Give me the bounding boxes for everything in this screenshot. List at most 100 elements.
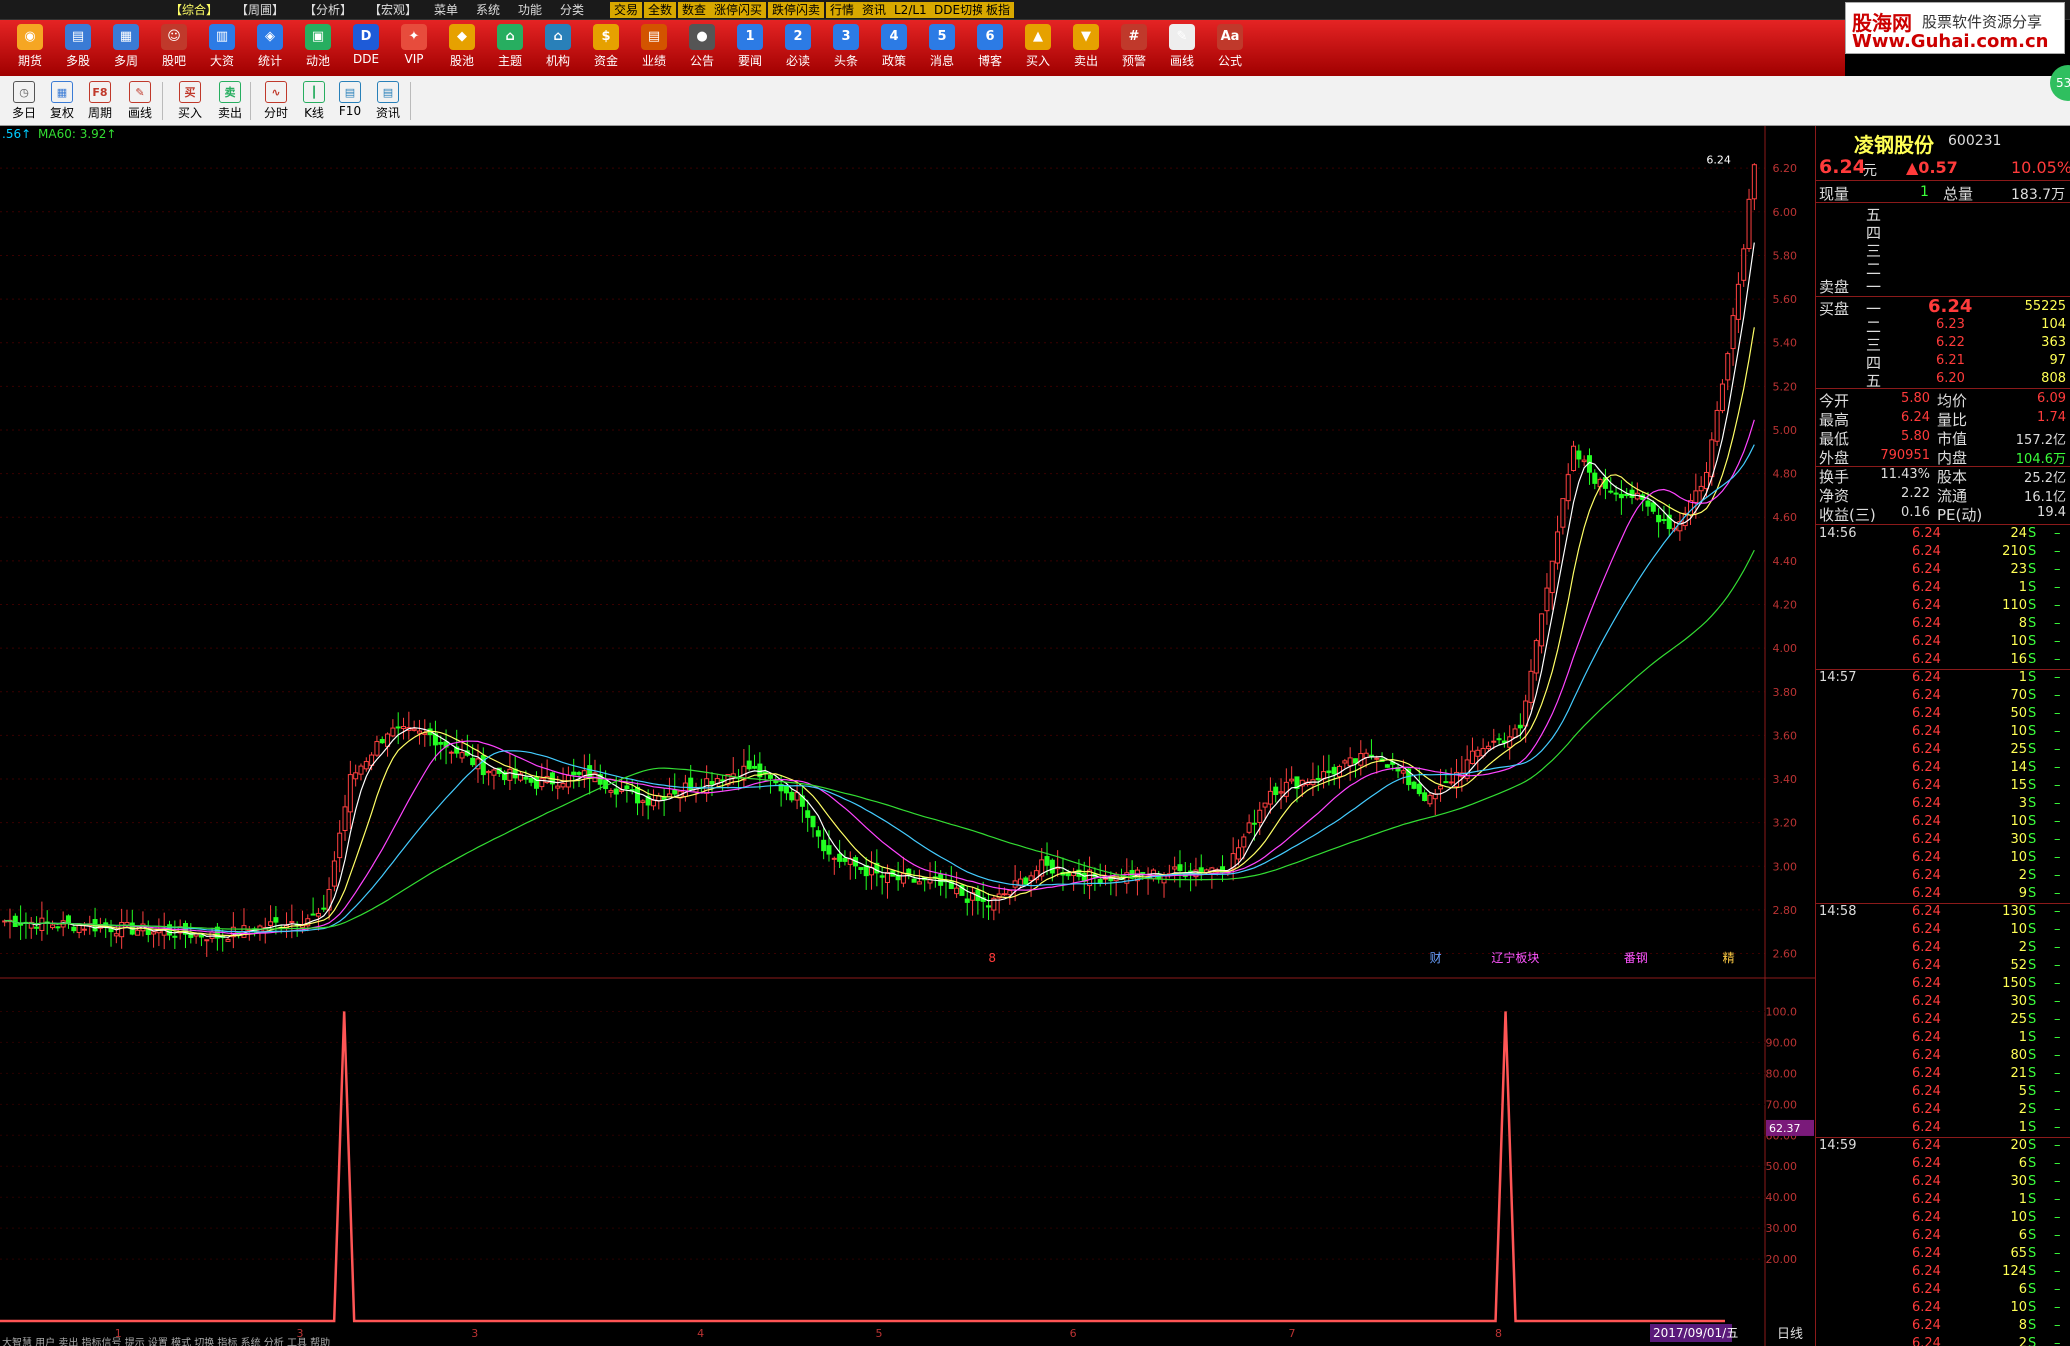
chart-toolbar-label: 买入 (177, 106, 202, 120)
chart-toolbar-button[interactable]: ┃ K线 (296, 81, 332, 123)
main-toolbar: ◉ 期货 ▤ 多股 ▦ 多周 ☺ 股吧 ▥ 大资 ◈ 统计 ▣ 动池 D DDE ✦ VIP ◆ 股池 ⌂ 主题 ⌂ 机构 $ 资… (0, 20, 1845, 76)
candle-body (1049, 859, 1055, 874)
toolbar-button-label: 要闻 (737, 54, 762, 68)
candle-body (523, 776, 529, 780)
toolbar-button[interactable]: 3 头条 (824, 22, 868, 74)
toolbar-button[interactable]: ⌂ 机构 (536, 22, 580, 74)
period-label[interactable]: 日线 (1777, 1327, 1803, 1342)
tick-price: 6.24 (1912, 706, 1941, 721)
event-marker[interactable]: 8 (988, 951, 996, 965)
candle-body (773, 780, 779, 784)
menu-item[interactable]: 菜单 (430, 2, 462, 18)
menu-item[interactable]: DDE切换 (930, 2, 989, 18)
toolbar-icon: ▣ (305, 24, 331, 50)
price-change-pct: 10.05% (2011, 158, 2070, 177)
tick-side: S (2028, 1246, 2037, 1261)
menu-item[interactable]: 系统 (472, 2, 504, 18)
tick-side: S (2028, 1102, 2037, 1117)
menu-item[interactable]: 数查 (678, 2, 711, 18)
event-marker[interactable]: 辽宁板块 (1491, 950, 1539, 965)
stat-label: 量比 (1937, 411, 1968, 429)
tick-side: S (2028, 904, 2037, 919)
tick-price: 6.24 (1912, 1102, 1941, 1117)
chart-toolbar-button[interactable]: ◷ 多日 (6, 81, 42, 123)
event-marker[interactable]: 番钢 (1624, 951, 1648, 965)
x-tick-label: 3 (471, 1327, 478, 1340)
chart-toolbar-button[interactable]: 买买入 (172, 81, 208, 123)
toolbar-button[interactable]: ⌂ 主题 (488, 22, 532, 74)
toolbar-button[interactable]: ☺ 股吧 (152, 22, 196, 74)
tick-dash: – (2054, 1318, 2061, 1333)
chart-toolbar-button[interactable]: ∿ 分时 (258, 81, 294, 123)
candle-body (682, 782, 688, 797)
toolbar-button[interactable]: ▼ 卖出 (1064, 22, 1108, 74)
tick-row: 6.24 14 S – (1816, 760, 2070, 778)
toolbar-button[interactable]: # 预警 (1112, 22, 1156, 74)
menu-item[interactable]: 行情 (826, 2, 859, 18)
candle-body (1565, 474, 1571, 502)
toolbar-button[interactable]: ▣ 动池 (296, 22, 340, 74)
menu-item[interactable]: 交易 (610, 2, 643, 18)
toolbar-button[interactable]: ◉ 期货 (8, 22, 52, 74)
menu-item[interactable]: 分类 (556, 2, 588, 18)
toolbar-button[interactable]: 1 要闻 (728, 22, 772, 74)
menu-item[interactable]: 涨停闪买 (710, 2, 767, 18)
toolbar-button[interactable]: ● 公告 (680, 22, 724, 74)
chart-toolbar-label: 资讯 (375, 106, 400, 120)
price-unit: 元 (1863, 163, 1877, 179)
candle-body (172, 935, 178, 938)
menu-item[interactable]: 资讯 (858, 2, 891, 18)
menu-item[interactable]: 【周圃】 (232, 2, 288, 18)
tick-row: 6.24 10 S – (1816, 850, 2070, 868)
toolbar-button[interactable]: ▤ 多股 (56, 22, 100, 74)
toolbar-button[interactable]: Aa 公式 (1208, 22, 1252, 74)
toolbar-button[interactable]: 5 消息 (920, 22, 964, 74)
menu-item[interactable]: L2/L1 (890, 2, 931, 18)
event-marker[interactable]: 精 (1723, 951, 1735, 965)
toolbar-button[interactable]: ◆ 股池 (440, 22, 484, 74)
toolbar-button[interactable]: ▦ 多周 (104, 22, 148, 74)
candle-body (1613, 492, 1619, 495)
menu-item[interactable]: 板指 (982, 2, 1015, 18)
chart-toolbar-button[interactable]: ▤ F10 (332, 81, 368, 123)
menu-item[interactable]: 全数 (644, 2, 677, 18)
indicator-tick-label: 50.00 (1766, 1160, 1798, 1173)
chart-toolbar-button[interactable]: ▤ 资讯 (370, 81, 406, 123)
toolbar-button[interactable]: 4 政策 (872, 22, 916, 74)
stat-value: 157.2亿 (2015, 433, 2066, 448)
chart-toolbar-button[interactable]: F8 周期 (82, 81, 118, 123)
tick-volume: 10 (2010, 1210, 2027, 1225)
toolbar-button[interactable]: 2 必读 (776, 22, 820, 74)
toolbar-button[interactable]: ✦ VIP (392, 22, 436, 74)
candle-body (204, 939, 210, 942)
toolbar-button[interactable]: 6 博客 (968, 22, 1012, 74)
toolbar-button[interactable]: ▥ 大资 (200, 22, 244, 74)
toolbar-button-label: 期货 (17, 54, 42, 68)
tick-price: 6.24 (1912, 1336, 1941, 1346)
event-marker[interactable]: 财 (1430, 951, 1442, 965)
menu-item[interactable]: 跌停闪卖 (768, 2, 825, 18)
toolbar-button[interactable]: D DDE (344, 22, 388, 74)
tick-side: S (2028, 868, 2037, 883)
buy-level-volume: 808 (2041, 371, 2066, 386)
chart-toolbar-button[interactable]: 卖卖出 (212, 81, 248, 123)
candle-body (767, 774, 773, 779)
chart-toolbar-button[interactable]: ▦ 复权 (44, 81, 80, 123)
tick-dash: – (2054, 1282, 2061, 1297)
toolbar-button[interactable]: ▤ 业绩 (632, 22, 676, 74)
menu-item[interactable]: 【分析】 (300, 2, 356, 18)
menu-item[interactable]: 功能 (514, 2, 546, 18)
chart-toolbar-button[interactable]: ✎ 画线 (122, 81, 158, 123)
menu-item[interactable]: 【综合】 (166, 2, 222, 18)
tick-side: S (2028, 670, 2037, 685)
toolbar-button[interactable]: ▲ 买入 (1016, 22, 1060, 74)
tick-row: 6.24 10 S – (1816, 1300, 2070, 1318)
toolbar-button[interactable]: $ 资金 (584, 22, 628, 74)
toolbar-button[interactable]: ◈ 统计 (248, 22, 292, 74)
tick-side: S (2028, 652, 2037, 667)
tick-volume: 25 (2010, 1012, 2027, 1027)
menu-item[interactable]: 【宏观】 (365, 2, 421, 18)
toolbar-button[interactable]: ✎ 画线 (1160, 22, 1204, 74)
stat-label: 今开 (1819, 392, 1850, 410)
kline-chart[interactable]: 6.20 6.00 5.80 5.60 5.40 5.20 5.00 4.80 4.60 4.40… (0, 126, 1815, 1346)
